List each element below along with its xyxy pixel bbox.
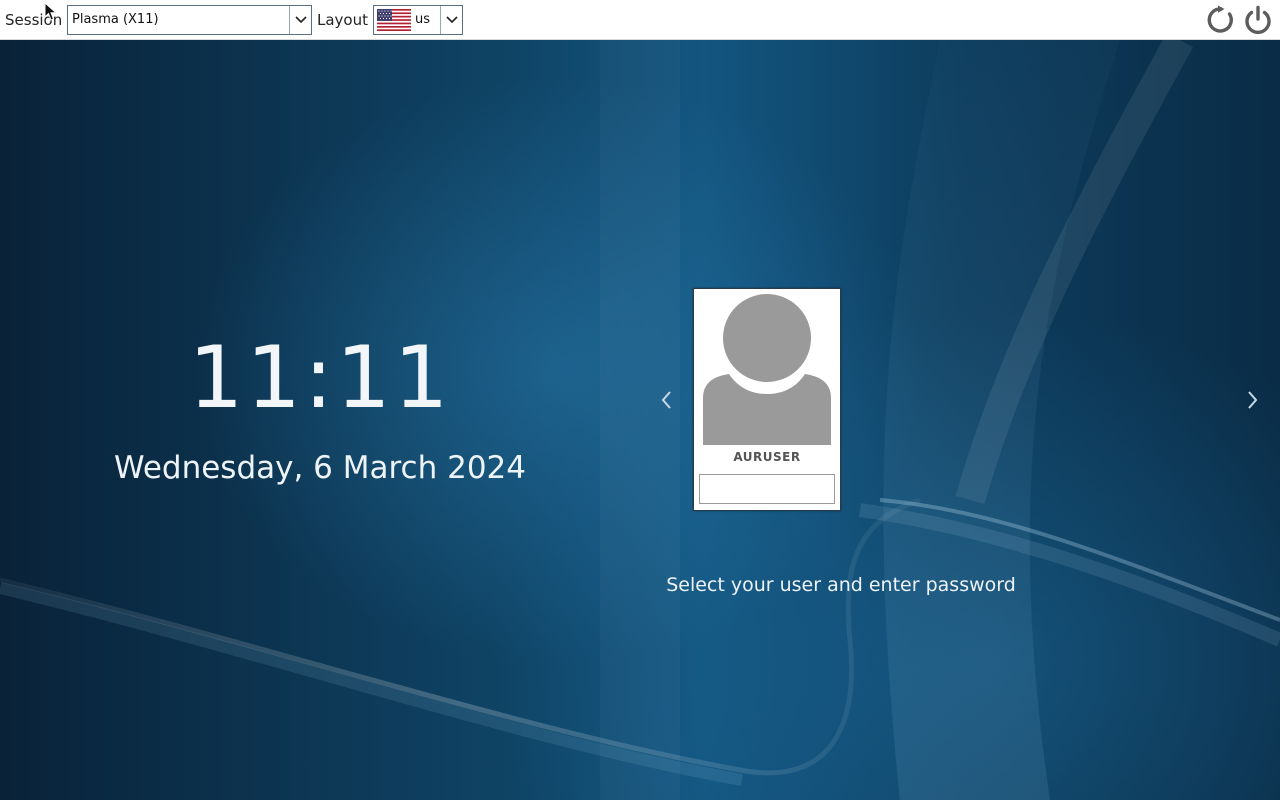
session-select[interactable]: Plasma (X11)	[67, 5, 312, 35]
clock-time: 11:11	[188, 328, 452, 428]
reboot-icon	[1207, 5, 1233, 33]
power-icon	[1245, 5, 1271, 35]
layout-label: Layout	[317, 11, 368, 29]
next-user-button[interactable]	[1245, 388, 1261, 412]
us-flag-icon	[377, 9, 411, 31]
password-input[interactable]	[699, 474, 835, 504]
clock-date: Wednesday, 6 March 2024	[113, 450, 526, 486]
username-label: AURUSER	[733, 450, 801, 464]
reboot-button[interactable]	[1205, 4, 1237, 36]
user-avatar-icon	[703, 294, 831, 445]
chevron-down-icon[interactable]	[440, 6, 462, 34]
chevron-left-icon	[661, 391, 671, 409]
chevron-right-icon	[1248, 391, 1258, 409]
login-hint: Select your user and enter password	[666, 574, 1016, 596]
layout-select-value: us	[415, 12, 431, 27]
top-bar: Session Plasma (X11) Layout us	[0, 0, 1280, 40]
shutdown-button[interactable]	[1242, 4, 1274, 36]
chevron-down-icon[interactable]	[289, 6, 311, 34]
session-select-value: Plasma (X11)	[72, 12, 159, 27]
keyboard-layout-select[interactable]: us	[373, 5, 463, 35]
previous-user-button[interactable]	[658, 388, 674, 412]
mouse-pointer-icon	[44, 2, 58, 21]
user-card[interactable]: AURUSER	[693, 288, 841, 511]
